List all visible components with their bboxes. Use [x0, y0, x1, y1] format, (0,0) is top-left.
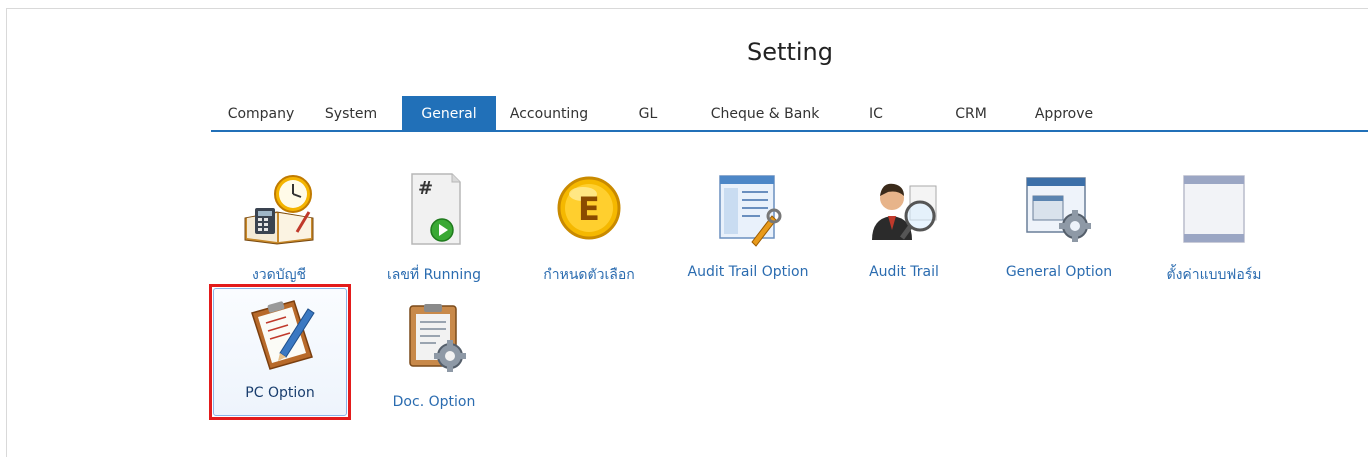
setting-item-form-settings[interactable]: ตั้งค่าแบบฟอร์ม — [1146, 172, 1282, 300]
running-number-document-icon: # — [411, 173, 461, 245]
svg-text:E: E — [578, 190, 600, 228]
setting-item-audit-trail-option[interactable]: Audit Trail Option — [680, 172, 816, 300]
setting-item-running-number[interactable]: # เลขที่ Running — [366, 172, 502, 300]
tab-crm[interactable]: CRM — [946, 96, 996, 130]
tab-cheque-bank[interactable]: Cheque & Bank — [700, 96, 830, 130]
item-label: Doc. Option — [392, 394, 476, 410]
tab-general[interactable]: General — [402, 96, 496, 130]
clipboard-gear-icon — [409, 304, 466, 372]
tab-bar: Company System General Accounting GL Che… — [211, 96, 1368, 132]
item-label: เลขที่ Running — [387, 267, 481, 283]
tab-accounting[interactable]: Accounting — [507, 96, 591, 130]
item-label: General Option — [1005, 264, 1113, 280]
setting-item-accounting-period[interactable]: งวดบัญชี — [211, 172, 347, 300]
audit-trail-option-window-icon — [719, 175, 782, 247]
blank-form-icon — [1183, 175, 1245, 243]
setting-item-define-options[interactable]: E กำหนดตัวเลือก — [521, 172, 657, 300]
item-label: Audit Trail — [869, 264, 939, 280]
setting-item-doc-option[interactable]: Doc. Option — [366, 302, 502, 430]
tab-company[interactable]: Company — [221, 96, 301, 130]
setting-item-audit-trail[interactable]: Audit Trail — [836, 172, 972, 300]
clipboard-pen-icon — [251, 300, 315, 370]
tab-gl[interactable]: GL — [631, 96, 665, 130]
audit-user-magnifier-icon — [872, 183, 937, 240]
item-label: กำหนดตัวเลือก — [543, 267, 635, 283]
item-label: Audit Trail Option — [687, 264, 809, 280]
setting-item-general-option[interactable]: General Option — [991, 172, 1127, 300]
tab-approve[interactable]: Approve — [1029, 96, 1099, 130]
general-option-window-gear-icon — [1026, 177, 1091, 242]
setting-item-pc-option[interactable]: PC Option — [209, 284, 351, 420]
svg-text:#: # — [418, 178, 433, 199]
page-title: Setting — [747, 38, 833, 66]
item-label: ตั้งค่าแบบฟอร์ม — [1166, 267, 1262, 283]
tab-ic[interactable]: IC — [861, 96, 891, 130]
tab-system[interactable]: System — [319, 96, 383, 130]
item-label: PC Option — [245, 385, 315, 401]
gold-e-coin-icon: E — [557, 176, 621, 240]
calendar-clock-book-icon — [244, 175, 314, 245]
item-label: งวดบัญชี — [251, 267, 307, 283]
